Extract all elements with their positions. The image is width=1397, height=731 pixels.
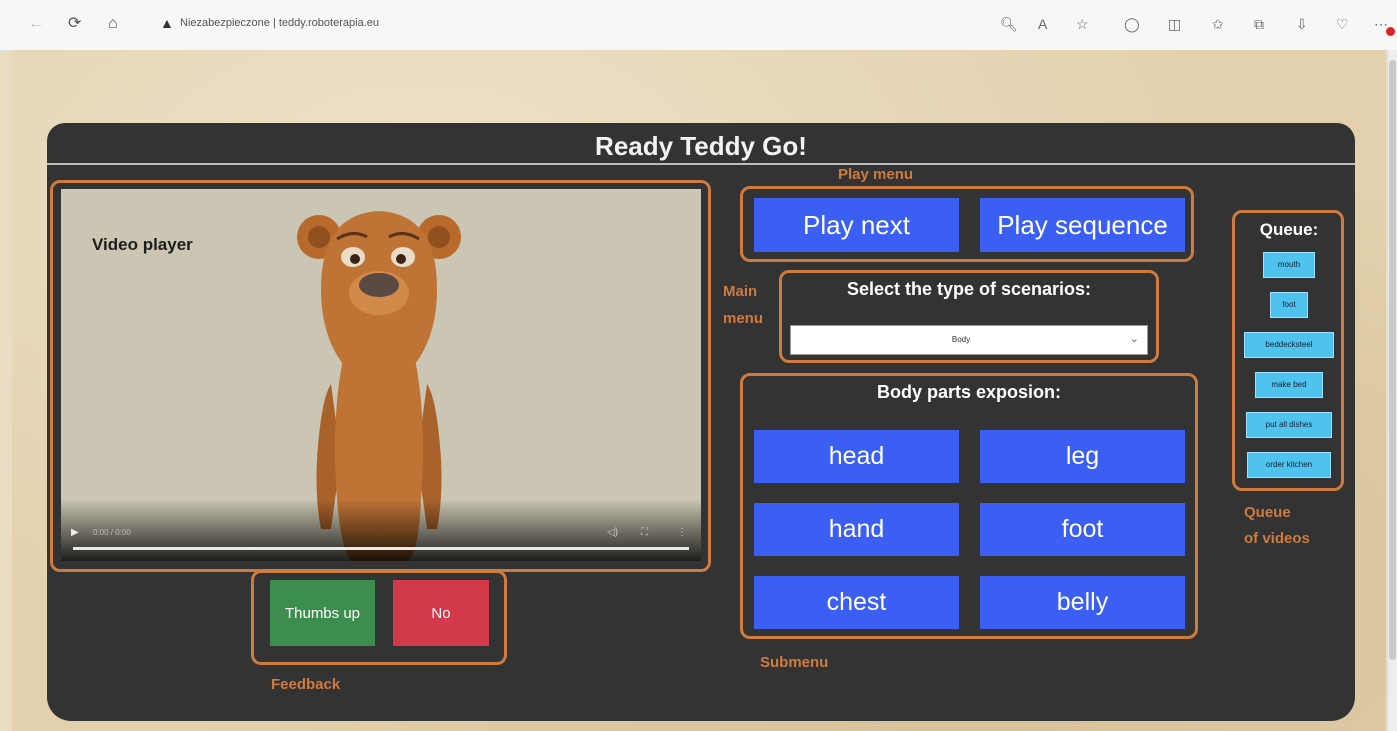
refresh-icon[interactable]: ⟳ xyxy=(68,14,81,34)
scenario-type-select[interactable]: Body ⌄ xyxy=(790,325,1148,355)
queue-label-line1: Queue xyxy=(1244,504,1291,521)
part-belly-button[interactable]: belly xyxy=(980,576,1185,629)
main-menu-label-line2: menu xyxy=(723,310,764,327)
downloads-icon[interactable]: ⇩ xyxy=(1296,14,1308,34)
chevron-down-icon: ⌄ xyxy=(1129,333,1139,345)
queue-item[interactable]: mouth xyxy=(1263,252,1315,278)
more-options-icon[interactable]: ⋮ xyxy=(677,527,687,538)
split-screen-icon[interactable]: ◫ xyxy=(1168,14,1181,34)
body-parts-heading: Body parts exposion: xyxy=(876,382,1062,402)
part-chest-button[interactable]: chest xyxy=(754,576,959,629)
title-divider xyxy=(47,163,1355,165)
thumbs-up-button[interactable]: Thumbs up xyxy=(270,580,375,646)
part-leg-button[interactable]: leg xyxy=(980,430,1185,483)
collections-icon[interactable]: ⧉ xyxy=(1254,14,1264,34)
play-next-button[interactable]: Play next xyxy=(754,198,959,252)
video-controls: ▶ 0:00 / 0:00 ◁) ⛶ ⋮ xyxy=(61,499,701,561)
address-bar[interactable]: Niezabezpieczone | teddy.roboterapia.eu xyxy=(180,17,379,29)
play-menu-label: Play menu xyxy=(838,166,914,183)
part-hand-button[interactable]: hand xyxy=(754,503,959,556)
queue-item[interactable]: put all dishes xyxy=(1246,412,1332,438)
browser-essentials-icon[interactable]: ♡ xyxy=(1336,14,1349,34)
volume-icon[interactable]: ◁) xyxy=(607,527,618,538)
play-sequence-button[interactable]: Play sequence xyxy=(980,198,1185,252)
feedback-label: Feedback xyxy=(271,676,341,693)
favorites-icon[interactable]: ✩ xyxy=(1212,14,1224,34)
submenu-label: Submenu xyxy=(760,654,829,671)
browser-toolbar: ← ⟳ ⌂ ▲ Niezabezpieczone | teddy.roboter… xyxy=(0,0,1397,51)
queue-item[interactable]: foot xyxy=(1270,292,1308,318)
warning-icon[interactable]: ▲ xyxy=(160,15,174,31)
queue-label-line2: of videos xyxy=(1244,530,1310,547)
queue-item[interactable]: order kitchen xyxy=(1247,452,1331,478)
fullscreen-icon[interactable]: ⛶ xyxy=(641,527,648,538)
part-foot-button[interactable]: foot xyxy=(980,503,1185,556)
video-player[interactable]: Video player ▶ 0:00 / 0:00 ◁) ⛶ ⋮ xyxy=(61,189,701,561)
no-button[interactable]: No xyxy=(393,580,489,646)
main-menu-label-line1: Main xyxy=(723,283,758,300)
zoom-icon[interactable]: 🔍︎ xyxy=(1000,14,1018,34)
video-player-label: Video player xyxy=(92,235,193,254)
extension-icon[interactable]: ◯ xyxy=(1124,14,1140,34)
scenario-type-selected: Body xyxy=(951,335,971,344)
queue-title: Queue: xyxy=(1259,220,1319,239)
video-time: 0:00 / 0:00 xyxy=(93,528,131,537)
read-aloud-icon[interactable]: A xyxy=(1038,14,1047,34)
favorite-star-icon[interactable]: ☆ xyxy=(1076,14,1089,34)
play-icon[interactable]: ▶ xyxy=(71,527,79,538)
queue-item[interactable]: beddecksteel xyxy=(1244,332,1334,358)
notification-dot xyxy=(1386,27,1395,36)
queue-item[interactable]: make bed xyxy=(1255,372,1323,398)
home-icon[interactable]: ⌂ xyxy=(108,14,118,34)
back-icon[interactable]: ← xyxy=(28,14,44,34)
scenario-type-heading: Select the type of scenarios: xyxy=(846,279,1092,299)
scrollbar-thumb[interactable] xyxy=(1389,60,1396,660)
part-head-button[interactable]: head xyxy=(754,430,959,483)
page-title: Ready Teddy Go! xyxy=(595,131,807,161)
video-progress-bar[interactable] xyxy=(73,547,689,550)
